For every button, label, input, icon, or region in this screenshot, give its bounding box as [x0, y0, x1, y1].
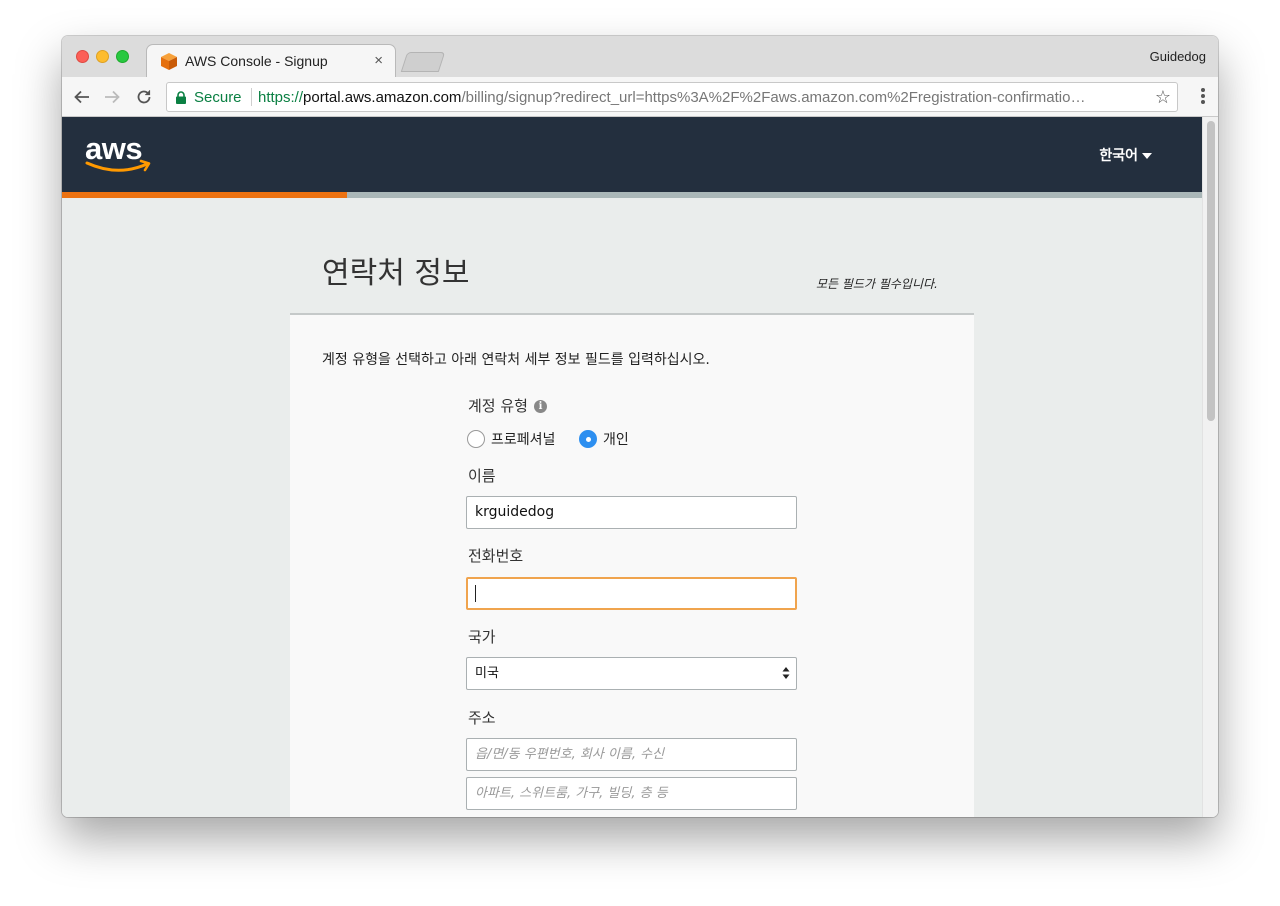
form-intro: 계정 유형을 선택하고 아래 연락처 세부 정보 필드를 입력하십시오. [322, 352, 710, 368]
aws-header: aws 한국어 [62, 117, 1202, 192]
signup-progress-fill [62, 192, 347, 198]
arrow-right-icon [105, 90, 120, 104]
radio-personal-label: 개인 [603, 432, 629, 448]
language-selector[interactable]: 한국어 [1099, 145, 1152, 165]
country-select[interactable]: 미국 [466, 657, 797, 690]
page-scrollbar[interactable] [1202, 117, 1218, 817]
country-label: 국가 [468, 628, 496, 646]
address-line1-placeholder: 읍/면/동 우편번호, 회사 이름, 수신 [475, 747, 665, 762]
url-text[interactable]: https://portal.aws.amazon.com/billing/si… [258, 89, 1148, 106]
aws-logo[interactable]: aws [84, 129, 154, 177]
language-label: 한국어 [1099, 148, 1138, 164]
aws-cube-icon [161, 53, 177, 70]
scrollbar-thumb[interactable] [1207, 121, 1215, 421]
contact-form: 계정 유형을 선택하고 아래 연락처 세부 정보 필드를 입력하십시오. 계정 … [290, 313, 974, 817]
page-viewport: aws 한국어 연락처 정보 모든 필드가 필수입니다. 계정 유형을 선택하고… [62, 117, 1218, 817]
caret-down-icon [1142, 153, 1152, 159]
browser-window: AWS Console - Signup × Guidedog Secure h… [62, 36, 1218, 817]
tab-strip: AWS Console - Signup × Guidedog [62, 36, 1218, 77]
radio-personal[interactable]: 개인 [579, 429, 629, 449]
name-input[interactable]: krguidedog [466, 496, 797, 529]
browser-toolbar: Secure https://portal.aws.amazon.com/bil… [62, 77, 1218, 117]
country-selected-value: 미국 [475, 666, 499, 681]
tab-title: AWS Console - Signup [185, 53, 328, 69]
phone-label: 전화번호 [468, 547, 524, 565]
page-title: 연락처 정보 [322, 256, 470, 291]
tab-aws-console-signup[interactable]: AWS Console - Signup × [146, 44, 396, 77]
url-separator [251, 88, 252, 106]
required-fields-note: 모든 필드가 필수입니다. [816, 277, 938, 291]
radio-professional[interactable]: 프로페셔널 [467, 429, 555, 449]
radio-personal-circle[interactable] [579, 430, 597, 448]
reload-button[interactable] [132, 85, 156, 109]
close-window-button[interactable] [76, 50, 89, 63]
forward-button[interactable] [100, 85, 124, 109]
aws-logo-text: aws [85, 131, 142, 166]
address-line2-input[interactable]: 아파트, 스위트룸, 가구, 빌딩, 층 등 [466, 777, 797, 810]
name-label: 이름 [468, 467, 496, 485]
reload-icon [137, 90, 151, 104]
browser-menu-icon[interactable] [1200, 86, 1206, 108]
address-label: 주소 [468, 709, 496, 727]
text-caret [475, 584, 476, 602]
address-bar[interactable]: Secure https://portal.aws.amazon.com/bil… [166, 82, 1178, 112]
bookmark-star-icon[interactable]: ☆ [1155, 87, 1171, 108]
url-path: /billing/signup?redirect_url=https%3A%2F… [461, 89, 1086, 106]
account-type-label-text: 계정 유형 [468, 397, 528, 415]
zoom-window-button[interactable] [116, 50, 129, 63]
secure-label: Secure [194, 89, 242, 106]
arrow-left-icon [74, 90, 89, 104]
new-tab-button[interactable] [400, 52, 446, 72]
address-line2-placeholder: 아파트, 스위트룸, 가구, 빌딩, 층 등 [475, 786, 668, 801]
account-type-label: 계정 유형 i [468, 395, 547, 416]
radio-professional-circle[interactable] [467, 430, 485, 448]
radio-professional-label: 프로페셔널 [491, 432, 556, 448]
select-arrows-icon [782, 667, 790, 679]
profile-name[interactable]: Guidedog [1150, 49, 1206, 64]
url-scheme: https:// [258, 89, 304, 106]
minimize-window-button[interactable] [96, 50, 109, 63]
info-icon[interactable]: i [533, 400, 547, 413]
back-button[interactable] [70, 85, 94, 109]
tab-close-icon[interactable]: × [374, 52, 383, 69]
address-line1-input[interactable]: 읍/면/동 우편번호, 회사 이름, 수신 [466, 738, 797, 771]
phone-input[interactable] [466, 577, 797, 610]
url-host: portal.aws.amazon.com [303, 89, 462, 106]
lock-icon [176, 91, 186, 104]
signup-progress-bar [62, 192, 1202, 198]
